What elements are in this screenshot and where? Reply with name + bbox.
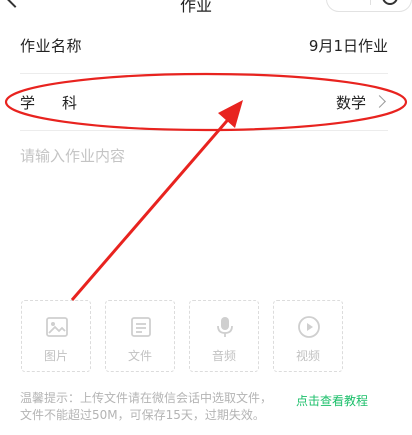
subject-row[interactable]: 学科 数学	[20, 74, 388, 131]
attach-video-button[interactable]: 视频	[273, 300, 343, 372]
attach-file-button[interactable]: 文件	[105, 300, 175, 372]
attach-video-label: 视频	[295, 349, 320, 363]
file-icon	[131, 317, 151, 337]
attach-file-label: 文件	[127, 349, 152, 363]
capsule-divider	[370, 0, 371, 5]
homework-content-input[interactable]	[20, 145, 390, 275]
homework-name-value[interactable]: 9月1日作业	[309, 35, 388, 56]
chevron-right-icon	[373, 95, 386, 108]
back-arrow-icon[interactable]	[5, 0, 25, 8]
mini-program-capsule[interactable]	[326, 0, 412, 12]
attach-image-label: 图片	[43, 349, 68, 363]
subject-value[interactable]: 数学	[336, 92, 366, 113]
microphone-icon	[217, 317, 233, 337]
view-tutorial-link[interactable]: 点击查看教程	[296, 392, 368, 409]
attach-audio-label: 音频	[211, 349, 236, 363]
play-icon	[298, 316, 320, 338]
subject-label: 学科	[20, 94, 105, 112]
page-title: 作业	[180, 0, 213, 15]
top-bar: 作业	[0, 0, 412, 15]
attach-image-button[interactable]: 图片	[21, 300, 91, 372]
image-icon	[46, 317, 68, 337]
homework-name-row[interactable]: 作业名称 9月1日作业	[20, 17, 388, 74]
close-circle-icon[interactable]	[382, 0, 398, 5]
homework-name-label: 作业名称	[20, 37, 83, 55]
upload-tip-line-2: 文件不能超过50M，可保存15天，过期失效。	[20, 408, 265, 422]
attach-audio-button[interactable]: 音频	[189, 300, 259, 372]
